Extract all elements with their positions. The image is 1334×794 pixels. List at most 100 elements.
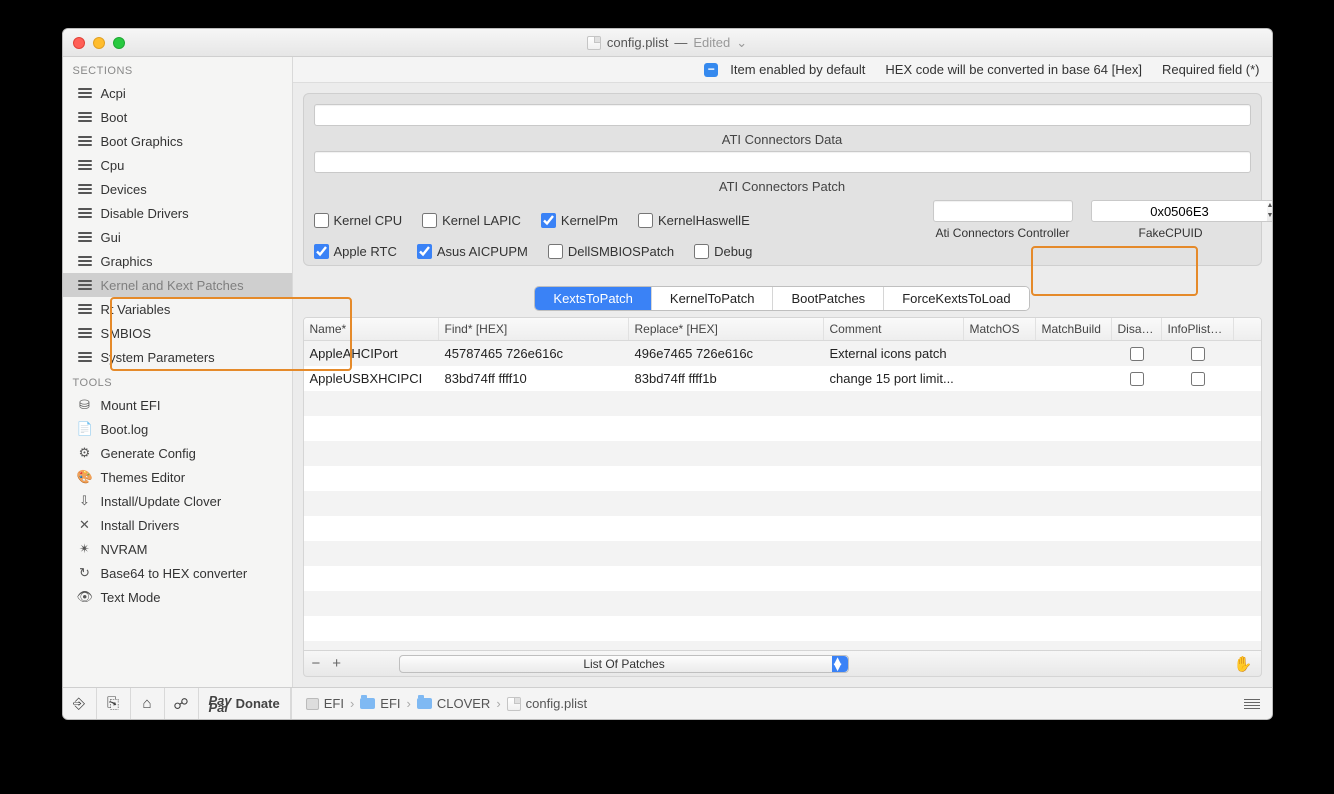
sidebar-item-cpu[interactable]: Cpu	[63, 153, 292, 177]
list-of-patches-select[interactable]: List Of Patches ▲▼	[399, 655, 849, 673]
sidebar-item-devices[interactable]: Devices	[63, 177, 292, 201]
checkbox-debug[interactable]: Debug	[694, 244, 752, 259]
toolbar-button[interactable]: ⎆	[63, 688, 97, 719]
list-icon	[77, 182, 93, 196]
minimize-icon[interactable]	[93, 37, 105, 49]
file-icon	[587, 36, 601, 50]
add-row-button[interactable]: +	[332, 655, 341, 672]
toolbar-button[interactable]: ⌂	[131, 688, 165, 719]
tool-icon: ⛁	[77, 397, 93, 413]
row-checkbox[interactable]	[1130, 347, 1144, 361]
ati-patch-input[interactable]	[314, 151, 1251, 173]
tool-icon: ✴	[77, 541, 93, 557]
ati-data-input[interactable]	[314, 104, 1251, 126]
breadcrumb-item[interactable]: EFI	[306, 696, 344, 711]
sidebar-item-system-parameters[interactable]: System Parameters	[63, 345, 292, 369]
disk-icon	[306, 698, 319, 710]
checkbox-kernel-lapic[interactable]: Kernel LAPIC	[422, 213, 521, 228]
tool-icon: ↻	[77, 565, 93, 581]
tool-text-mode[interactable]: 👁Text Mode	[63, 585, 292, 609]
tool-boot-log[interactable]: 📄Boot.log	[63, 417, 292, 441]
sidebar-item-boot[interactable]: Boot	[63, 105, 292, 129]
tool-icon: 🎨	[77, 469, 93, 485]
breadcrumb: EFI›EFI›CLOVER›config.plist	[292, 696, 601, 711]
checkbox-dellsmbiospatch[interactable]: DellSMBIOSPatch	[548, 244, 674, 259]
table-row[interactable]: AppleAHCIPort45787465 726e616c496e7465 7…	[304, 341, 1261, 366]
tool-base64-to-hex-converter[interactable]: ↻Base64 to HEX converter	[63, 561, 292, 585]
tool-install-update-clover[interactable]: ⇩Install/Update Clover	[63, 489, 292, 513]
folder-icon	[360, 698, 375, 709]
tool-icon: ⚙	[77, 445, 93, 461]
status-bar: ⎆⎘⌂☍PayPalDonate EFI›EFI›CLOVER›config.p…	[63, 687, 1272, 719]
breadcrumb-item[interactable]: CLOVER	[417, 696, 490, 711]
remove-row-button[interactable]: −	[312, 655, 325, 672]
sidebar-item-smbios[interactable]: SMBIOS	[63, 321, 292, 345]
list-icon	[77, 278, 93, 292]
sidebar-item-disable-drivers[interactable]: Disable Drivers	[63, 201, 292, 225]
tool-icon: 👁	[77, 589, 93, 605]
checkbox-kernelhaswelle[interactable]: KernelHaswellE	[638, 213, 750, 228]
list-icon	[77, 158, 93, 172]
ati-controller-input[interactable]	[933, 200, 1073, 222]
column-header[interactable]: Comment	[824, 318, 964, 340]
column-header[interactable]: Replace* [HEX]	[629, 318, 824, 340]
close-icon[interactable]	[73, 37, 85, 49]
sidebar-item-kernel-and-kext-patches[interactable]: Kernel and Kext Patches	[63, 273, 292, 297]
toolbar-button[interactable]: ⎘	[97, 688, 131, 719]
patch-tabs: KextsToPatchKernelToPatchBootPatchesForc…	[534, 286, 1029, 311]
sidebar-item-rt-variables[interactable]: Rt Variables	[63, 297, 292, 321]
table-row[interactable]: AppleUSBXHCIPCI83bd74ff ffff1083bd74ff f…	[304, 366, 1261, 391]
maximize-icon[interactable]	[113, 37, 125, 49]
tab-kerneltopatch[interactable]: KernelToPatch	[652, 287, 774, 310]
column-header[interactable]: Name*	[304, 318, 439, 340]
column-header[interactable]: MatchBuild	[1036, 318, 1112, 340]
hand-icon[interactable]: ✋	[1234, 655, 1253, 673]
breadcrumb-item[interactable]: EFI	[360, 696, 400, 711]
list-view-icon[interactable]	[1244, 699, 1260, 709]
titlebar: config.plist — Edited ⌄	[63, 29, 1272, 57]
tool-nvram[interactable]: ✴NVRAM	[63, 537, 292, 561]
minus-badge-icon	[704, 63, 718, 77]
sections-header: SECTIONS	[63, 57, 292, 81]
fakecpuid-label: FakeCPUID	[1138, 226, 1202, 240]
sidebar-item-graphics[interactable]: Graphics	[63, 249, 292, 273]
toolbar-button[interactable]: ☍	[165, 688, 199, 719]
folder-icon	[417, 698, 432, 709]
fakecpuid-stepper[interactable]: ▲▼	[1091, 200, 1251, 222]
column-header[interactable]: InfoPlistPat...	[1162, 318, 1234, 340]
list-icon	[77, 326, 93, 340]
sidebar: SECTIONS AcpiBootBoot GraphicsCpuDevices…	[63, 57, 293, 687]
ati-controller-label: Ati Connectors Controller	[935, 226, 1069, 240]
tool-install-drivers[interactable]: ✕Install Drivers	[63, 513, 292, 537]
breadcrumb-item[interactable]: config.plist	[507, 696, 587, 711]
row-checkbox[interactable]	[1191, 347, 1205, 361]
row-checkbox[interactable]	[1191, 372, 1205, 386]
checkbox-apple-rtc[interactable]: Apple RTC	[314, 244, 397, 259]
tab-forcekextstoload[interactable]: ForceKextsToLoad	[884, 287, 1028, 310]
checkbox-kernelpm[interactable]: KernelPm	[541, 213, 618, 228]
column-header[interactable]: Disabl...	[1112, 318, 1162, 340]
column-header[interactable]: MatchOS	[964, 318, 1036, 340]
sidebar-item-boot-graphics[interactable]: Boot Graphics	[63, 129, 292, 153]
tab-kextstopatch[interactable]: KextsToPatch	[535, 287, 652, 310]
tools-header: TOOLS	[63, 369, 292, 393]
checkbox-kernel-cpu[interactable]: Kernel CPU	[314, 213, 403, 228]
tool-mount-efi[interactable]: ⛁Mount EFI	[63, 393, 292, 417]
column-header[interactable]: Find* [HEX]	[439, 318, 629, 340]
list-icon	[77, 230, 93, 244]
checkbox-asus-aicpupm[interactable]: Asus AICPUPM	[417, 244, 528, 259]
list-icon	[77, 206, 93, 220]
tool-themes-editor[interactable]: 🎨Themes Editor	[63, 465, 292, 489]
donate-button[interactable]: PayPalDonate	[199, 688, 291, 719]
list-icon	[77, 302, 93, 316]
sidebar-item-acpi[interactable]: Acpi	[63, 81, 292, 105]
list-icon	[77, 254, 93, 268]
item-enabled-label: Item enabled by default	[730, 62, 865, 77]
tool-generate-config[interactable]: ⚙Generate Config	[63, 441, 292, 465]
fakecpuid-input[interactable]	[1091, 200, 1269, 222]
tool-icon: ⇩	[77, 493, 93, 509]
sidebar-item-gui[interactable]: Gui	[63, 225, 292, 249]
row-checkbox[interactable]	[1130, 372, 1144, 386]
list-icon	[77, 134, 93, 148]
tab-bootpatches[interactable]: BootPatches	[773, 287, 884, 310]
